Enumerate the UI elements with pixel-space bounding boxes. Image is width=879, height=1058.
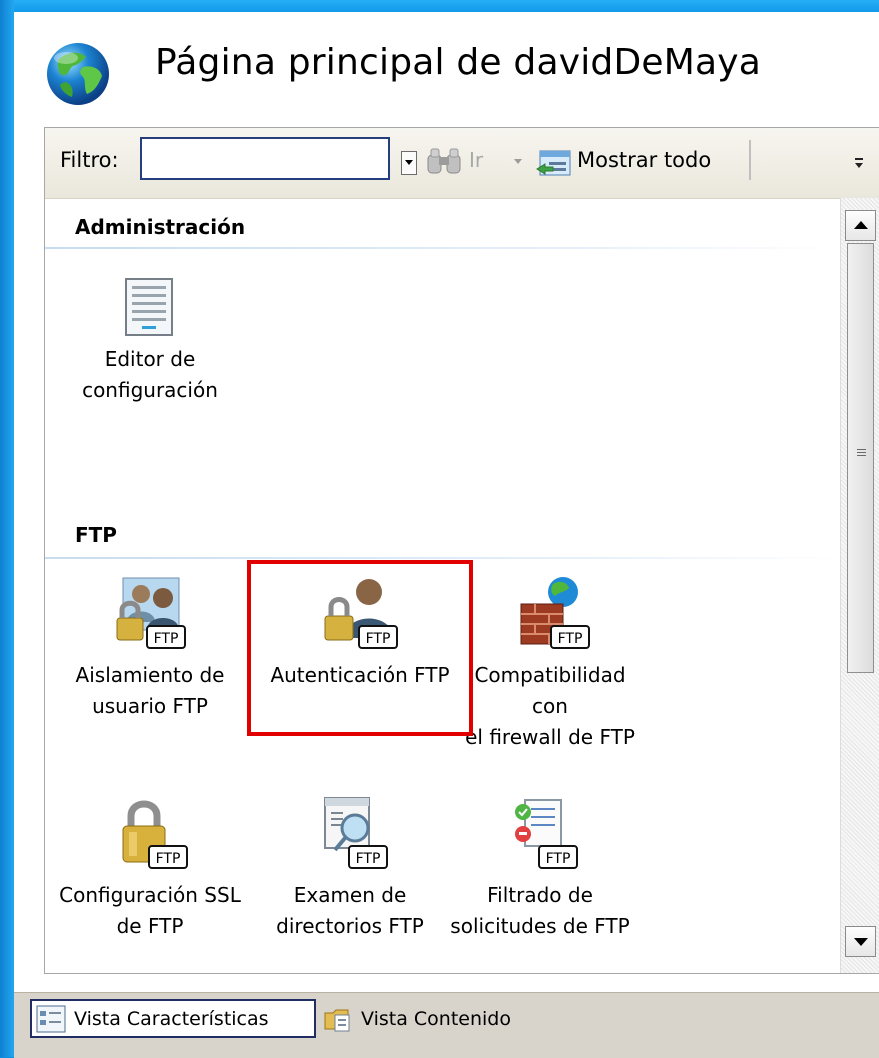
svg-text:FTP: FTP [546, 851, 571, 867]
filter-label: Filtro: [60, 148, 119, 172]
show-all-icon[interactable] [535, 146, 574, 180]
ftp-firewall-icon: FTP [520, 577, 590, 649]
section-divider [45, 247, 840, 249]
selected-feature-highlight [247, 560, 473, 736]
scroll-grip-icon [857, 449, 866, 450]
page-header: Página principal de davidDeMaya [14, 12, 879, 130]
feature-ftp-user-isolation[interactable]: FTP Aislamiento de usuario FTP [55, 574, 245, 722]
window-left-border [0, 0, 14, 1057]
filter-toolbar: Filtro: Ir Mostrar todo [45, 128, 879, 199]
feature-config-editor[interactable]: Editor de configuración [55, 276, 245, 406]
svg-text:FTP: FTP [156, 851, 181, 867]
iis-manager-panel: Página principal de davidDeMaya Filtro: … [14, 12, 879, 1058]
filter-input[interactable] [140, 137, 390, 180]
features-view-icon [36, 1005, 66, 1032]
svg-text:FTP: FTP [356, 851, 381, 867]
feature-label: Configuración SSL de FTP [59, 883, 241, 938]
feature-ftp-ssl[interactable]: FTP Configuración SSL de FTP [55, 794, 245, 942]
tab-label: Vista Contenido [361, 1007, 511, 1030]
features-view: Filtro: Ir Mostrar todo Administración E… [44, 127, 879, 974]
go-dropdown-icon[interactable] [514, 159, 522, 164]
svg-text:FTP: FTP [154, 631, 179, 647]
ftp-directory-browsing-icon: FTP [324, 797, 388, 869]
ftp-user-isolation-icon: FTP [116, 577, 186, 649]
tab-label: Vista Características [74, 1007, 269, 1030]
ftp-ssl-icon: FTP [122, 800, 188, 869]
section-divider [45, 557, 840, 559]
scroll-thumb[interactable] [847, 243, 874, 673]
scroll-up-button[interactable] [845, 210, 876, 241]
page-title: Página principal de davidDeMaya [155, 42, 762, 83]
feature-label: Compatibilidad con el firewall de FTP [465, 663, 635, 749]
section-header-ftp: FTP [75, 523, 117, 547]
go-button[interactable]: Ir [469, 148, 483, 172]
feature-label: Aislamiento de usuario FTP [75, 663, 225, 718]
feature-label: Filtrado de solicitudes de FTP [450, 883, 630, 938]
binoculars-icon[interactable] [426, 147, 464, 177]
view-switcher-bar: Vista Características Vista Contenido [14, 992, 879, 1058]
feature-ftp-directory-browsing[interactable]: FTP Examen de directorios FTP [255, 794, 445, 942]
window-top-border [0, 0, 879, 12]
content-view-icon [324, 1009, 350, 1031]
scroll-down-button[interactable] [845, 926, 876, 957]
feature-ftp-firewall[interactable]: FTP Compatibilidad con el firewall de FT… [455, 574, 645, 753]
feature-label: Editor de configuración [82, 347, 218, 402]
tab-features-view[interactable]: Vista Características [30, 999, 316, 1038]
feature-label: Examen de directorios FTP [276, 883, 424, 938]
show-all-button[interactable]: Mostrar todo [577, 148, 711, 172]
config-editor-icon [125, 278, 173, 336]
feature-ftp-request-filtering[interactable]: FTP Filtrado de solicitudes de FTP [445, 794, 635, 942]
filter-dropdown-button[interactable] [401, 151, 417, 175]
ftp-request-filtering-icon: FTP [515, 799, 578, 869]
section-header-administracion: Administración [75, 215, 246, 239]
toolbar-separator [749, 140, 751, 180]
vertical-scrollbar[interactable] [840, 198, 879, 973]
svg-text:FTP: FTP [558, 631, 583, 647]
toolbar-overflow-icon[interactable] [852, 150, 866, 172]
tab-content-view[interactable]: Vista Contenido [319, 999, 549, 1038]
globe-icon [47, 43, 109, 105]
